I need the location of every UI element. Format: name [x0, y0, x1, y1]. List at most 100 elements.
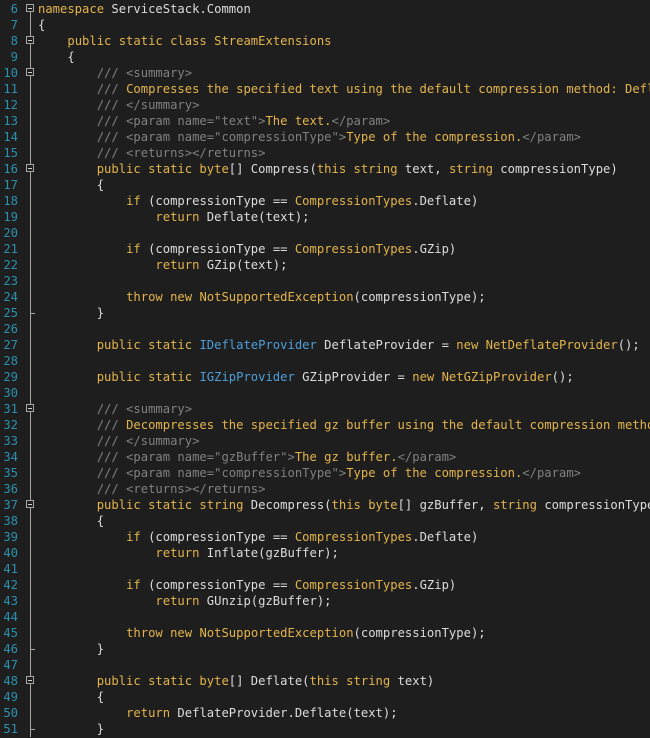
- code-text[interactable]: /// </summary>: [38, 433, 200, 449]
- code-line[interactable]: 46 }: [0, 641, 650, 657]
- code-line[interactable]: 48 public static byte[] Deflate(this str…: [0, 673, 650, 689]
- code-text[interactable]: }: [38, 721, 104, 737]
- code-line[interactable]: 34 /// <param name="gzBuffer">The gz buf…: [0, 449, 650, 465]
- code-line[interactable]: 12 /// </summary>: [0, 97, 650, 113]
- code-text[interactable]: if (compressionType == CompressionTypes.…: [38, 529, 478, 545]
- code-text[interactable]: {: [38, 177, 104, 193]
- code-text[interactable]: /// Compresses the specified text using …: [38, 81, 650, 97]
- code-line[interactable]: 35 /// <param name="compressionType">Typ…: [0, 465, 650, 481]
- code-text[interactable]: /// <param name="text">The text.</param>: [38, 113, 391, 129]
- code-text[interactable]: /// <returns></returns>: [38, 481, 266, 497]
- code-text[interactable]: /// <summary>: [38, 401, 192, 417]
- code-line[interactable]: 36 /// <returns></returns>: [0, 481, 650, 497]
- code-line[interactable]: 18 if (compressionType == CompressionTyp…: [0, 193, 650, 209]
- code-text[interactable]: /// Decompresses the specified gz buffer…: [38, 417, 650, 433]
- code-line[interactable]: 23: [0, 273, 650, 289]
- code-line[interactable]: 42 if (compressionType == CompressionTyp…: [0, 577, 650, 593]
- code-line[interactable]: 31 /// <summary>: [0, 401, 650, 417]
- line-number: 23: [3, 274, 18, 288]
- fold-guide-line: [30, 417, 31, 433]
- collapse-icon[interactable]: [26, 164, 34, 172]
- code-text[interactable]: throw new NotSupportedException(compress…: [38, 625, 486, 641]
- code-line[interactable]: 10 /// <summary>: [0, 65, 650, 81]
- code-line[interactable]: 20: [0, 225, 650, 241]
- collapse-icon[interactable]: [26, 4, 34, 12]
- code-line[interactable]: 19 return Deflate(text);: [0, 209, 650, 225]
- code-line[interactable]: 49 {: [0, 689, 650, 705]
- code-line[interactable]: 6 namespace ServiceStack.Common: [0, 1, 650, 17]
- code-line[interactable]: 14 /// <param name="compressionType">Typ…: [0, 129, 650, 145]
- code-text[interactable]: /// <param name="compressionType">Type o…: [38, 465, 581, 481]
- code-line[interactable]: 43 return GUnzip(gzBuffer);: [0, 593, 650, 609]
- code-line[interactable]: 41: [0, 561, 650, 577]
- code-line[interactable]: 26: [0, 321, 650, 337]
- code-line[interactable]: 21 if (compressionType == CompressionTyp…: [0, 241, 650, 257]
- code-line[interactable]: 30: [0, 385, 650, 401]
- code-line[interactable]: 44: [0, 609, 650, 625]
- code-text[interactable]: public static byte[] Deflate(this string…: [38, 673, 435, 689]
- code-editor[interactable]: 6 namespace ServiceStack.Common 7{8 public…: [0, 0, 650, 738]
- code-line[interactable]: 22 return GZip(text);: [0, 257, 650, 273]
- code-text[interactable]: public static string Decompress(this byt…: [38, 497, 650, 513]
- code-text[interactable]: {: [38, 17, 45, 33]
- code-text[interactable]: if (compressionType == CompressionTypes.…: [38, 241, 456, 257]
- code-line[interactable]: 7{: [0, 17, 650, 33]
- code-text[interactable]: /// </summary>: [38, 97, 200, 113]
- code-line[interactable]: 15 /// <returns></returns>: [0, 145, 650, 161]
- code-line[interactable]: 28: [0, 353, 650, 369]
- line-number: 51: [3, 722, 18, 736]
- code-text[interactable]: if (compressionType == CompressionTypes.…: [38, 193, 478, 209]
- code-line[interactable]: 50 return DeflateProvider.Deflate(text);: [0, 705, 650, 721]
- code-text[interactable]: public static class StreamExtensions: [38, 33, 331, 49]
- fold-guide-line: [30, 273, 31, 289]
- fold-guide-line: [30, 257, 31, 273]
- code-line[interactable]: 33 /// </summary>: [0, 433, 650, 449]
- code-line[interactable]: 11 /// Compresses the specified text usi…: [0, 81, 650, 97]
- code-line[interactable]: 24 throw new NotSupportedException(compr…: [0, 289, 650, 305]
- code-text[interactable]: /// <param name="gzBuffer">The gz buffer…: [38, 449, 457, 465]
- code-line[interactable]: 40 return Inflate(gzBuffer);: [0, 545, 650, 561]
- code-text[interactable]: return DeflateProvider.Deflate(text);: [38, 705, 398, 721]
- code-text[interactable]: {: [38, 49, 74, 65]
- code-text[interactable]: /// <returns></returns>: [38, 145, 266, 161]
- code-text[interactable]: /// <summary>: [38, 65, 192, 81]
- fold-end-mark: [30, 649, 35, 650]
- code-text[interactable]: public static IGZipProvider GZipProvider…: [38, 369, 574, 385]
- code-line[interactable]: 45 throw new NotSupportedException(compr…: [0, 625, 650, 641]
- code-text[interactable]: return Deflate(text);: [38, 209, 309, 225]
- code-line[interactable]: 32 /// Decompresses the specified gz buf…: [0, 417, 650, 433]
- code-text[interactable]: return Inflate(gzBuffer);: [38, 545, 338, 561]
- code-text[interactable]: throw new NotSupportedException(compress…: [38, 289, 486, 305]
- code-text[interactable]: {: [38, 513, 104, 529]
- code-line[interactable]: 38 {: [0, 513, 650, 529]
- code-line[interactable]: 25 }: [0, 305, 650, 321]
- code-line[interactable]: 51 }: [0, 721, 650, 737]
- code-line[interactable]: 9 {: [0, 49, 650, 65]
- code-text[interactable]: return GZip(text);: [38, 257, 287, 273]
- code-line[interactable]: 39 if (compressionType == CompressionTyp…: [0, 529, 650, 545]
- code-text[interactable]: public static byte[] Compress(this strin…: [38, 161, 618, 177]
- collapse-icon[interactable]: [26, 676, 34, 684]
- code-text[interactable]: return GUnzip(gzBuffer);: [38, 593, 331, 609]
- code-line[interactable]: 13 /// <param name="text">The text.</par…: [0, 113, 650, 129]
- line-number: 7: [10, 18, 18, 32]
- code-line[interactable]: 47: [0, 657, 650, 673]
- collapse-icon[interactable]: [26, 404, 34, 412]
- code-line[interactable]: 37 public static string Decompress(this …: [0, 497, 650, 513]
- code-text[interactable]: {: [38, 689, 104, 705]
- collapse-icon[interactable]: [26, 68, 34, 76]
- code-text[interactable]: public static IDeflateProvider DeflatePr…: [38, 337, 640, 353]
- code-line[interactable]: 27 public static IDeflateProvider Deflat…: [0, 337, 650, 353]
- collapse-icon[interactable]: [26, 500, 34, 508]
- code-line[interactable]: 16 public static byte[] Compress(this st…: [0, 161, 650, 177]
- collapse-icon[interactable]: [26, 36, 34, 44]
- code-text[interactable]: }: [38, 641, 104, 657]
- code-line[interactable]: 8 public static class StreamExtensions: [0, 33, 650, 49]
- code-text[interactable]: /// <param name="compressionType">Type o…: [38, 129, 581, 145]
- code-text[interactable]: if (compressionType == CompressionTypes.…: [38, 577, 456, 593]
- code-line[interactable]: 29 public static IGZipProvider GZipProvi…: [0, 369, 650, 385]
- code-text[interactable]: namespace ServiceStack.Common: [38, 1, 251, 17]
- code-text[interactable]: }: [38, 305, 104, 321]
- code-line[interactable]: 17 {: [0, 177, 650, 193]
